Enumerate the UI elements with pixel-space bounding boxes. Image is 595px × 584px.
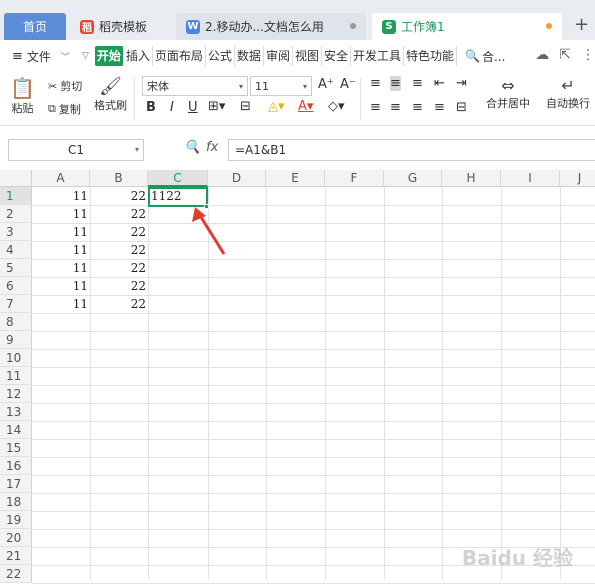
underline-button[interactable]: U (188, 100, 198, 115)
auto-wrap-button[interactable]: ↵ 自动换行 (546, 76, 590, 111)
menu-tab-start[interactable]: 开始 (94, 46, 124, 66)
ribbon-divider (134, 78, 135, 120)
menu-tab-security[interactable]: 安全 (322, 46, 351, 66)
tab-unsaved-dot-icon[interactable] (546, 23, 552, 29)
menu-tab-review[interactable]: 审阅 (264, 46, 293, 66)
merge-cells-small-icon[interactable]: ⊟ (240, 99, 251, 114)
fx-icon[interactable]: fx (206, 140, 218, 155)
menu-hamburger-icon[interactable]: ≡ (12, 49, 23, 64)
format-painter-icon: 🖌 (99, 76, 122, 97)
align-bottom-icon[interactable]: ≡ (412, 76, 423, 91)
merge-center-button[interactable]: ⇔ 合并居中 (486, 76, 530, 111)
tab-home-label: 首页 (22, 20, 47, 34)
bold-button[interactable]: B (146, 100, 156, 115)
share-icon[interactable]: ⇱ (559, 47, 571, 63)
name-box[interactable]: C1 ▾ (8, 139, 144, 161)
zoom-icon[interactable]: 🔍 (184, 140, 200, 155)
align-middle-icon[interactable]: ≡ (390, 76, 401, 91)
menu-tab-view[interactable]: 视图 (293, 46, 322, 66)
distribute-icon[interactable]: ⊟ (456, 100, 467, 115)
spreadsheet-grid[interactable]: ABCDEFGHIJ 1 2 3 4 5 6 7 8 9 10 11 12 13 14 15 16 17 18 19… (0, 170, 595, 584)
clipboard-icon: 📋 (10, 76, 35, 100)
name-box-dropdown-icon: ▾ (134, 145, 139, 154)
menu-file[interactable]: 文件 (27, 48, 51, 65)
justify-icon[interactable]: ≡ (434, 100, 445, 115)
search-icon: 🔍 (465, 49, 480, 63)
formula-bar: C1 ▾ 🔍 fx =A1&B1 (0, 136, 595, 164)
menu-tab-insert[interactable]: 插入 (124, 46, 153, 66)
align-left-icon[interactable]: ≡ (370, 100, 381, 115)
copy-button[interactable]: ⧉ 复制 (48, 101, 81, 117)
merge-center-icon: ⇔ (501, 76, 515, 95)
formula-input[interactable]: =A1&B1 (228, 139, 595, 161)
format-painter-label: 格式刷 (94, 99, 127, 112)
menu-tab-formulas[interactable]: 公式 (206, 46, 235, 66)
search-box[interactable]: 🔍 合... (465, 48, 505, 65)
daoke-icon: 稻 (80, 19, 94, 34)
font-size-value: 11 (255, 79, 269, 93)
tab-bar: 首页 稻 稻壳模板 W 2.移动办...文档怎么用 S 工作簿1 + (0, 0, 595, 40)
menu-tab-features[interactable]: 特色功能 (404, 46, 458, 66)
font-color-icon[interactable]: A▾ (298, 99, 313, 114)
tab-document-label: 2.移动办...文档怎么用 (205, 20, 324, 34)
format-painter-button[interactable]: 🖌 格式刷 (94, 76, 127, 113)
word-doc-icon: W (186, 19, 200, 34)
name-box-value: C1 (67, 143, 84, 157)
wrap-text-icon: ↵ (561, 76, 575, 95)
new-tab-plus-icon[interactable]: + (574, 14, 589, 35)
watermark: Baidu 经验 (461, 546, 573, 570)
spreadsheet-icon: S (382, 19, 396, 34)
copy-icon: ⧉ (48, 102, 56, 115)
align-right-icon[interactable]: ≡ (412, 100, 423, 115)
tab-document[interactable]: W 2.移动办...文档怎么用 (176, 13, 366, 40)
tab-workbook-label: 工作簿1 (401, 20, 445, 34)
tab-daoke-label: 稻壳模板 (99, 20, 148, 34)
auto-wrap-label: 自动换行 (546, 97, 590, 110)
fill-color-icon[interactable]: ◬▾ (268, 99, 285, 114)
cut-button[interactable]: ✂ 剪切 (48, 78, 82, 94)
menu-tab-data[interactable]: 数据 (235, 46, 264, 66)
annotation-arrow (192, 207, 226, 255)
menu-tab-page-layout[interactable]: 页面布局 (153, 46, 206, 66)
tab-daoke-templates[interactable]: 稻 稻壳模板 (70, 13, 170, 40)
font-name-value: 宋体 (147, 80, 169, 93)
search-label: 合... (481, 49, 506, 64)
font-size-select[interactable]: 11 ▾ (250, 76, 312, 96)
clear-format-icon[interactable]: ◇▾ (328, 99, 345, 114)
increase-font-icon[interactable]: A⁺ (318, 77, 334, 92)
font-name-select[interactable]: 宋体 ▾ (142, 76, 248, 96)
ribbon-divider (360, 78, 361, 120)
border-icon[interactable]: ⊞▾ (208, 99, 225, 114)
more-icon[interactable]: ⋮ (581, 47, 595, 63)
ribbon-toolbar: 📋 粘贴 ✂ 剪切 ⧉ 复制 🖌 格式刷 宋体 ▾ 11 ▾ A⁺ A⁻ B I… (0, 72, 595, 126)
paste-button[interactable]: 📋 粘贴 (10, 76, 35, 116)
window-actions: ☁ ⇱ ⋮ (535, 47, 595, 63)
menu-bar: ≡ 文件 ﹀ ▽ 开始 插入 页面布局 公式 数据 审阅 视图 安全 开发工具 … (0, 40, 595, 72)
menu-tab-developer[interactable]: 开发工具 (351, 46, 404, 66)
file-chevron-down-icon[interactable]: ﹀ (61, 50, 70, 63)
cut-label: 剪切 (60, 80, 83, 93)
italic-button[interactable]: I (170, 100, 174, 115)
indent-increase-icon[interactable]: ⇥ (456, 76, 467, 91)
align-center-icon[interactable]: ≡ (390, 100, 401, 115)
quick-access-chevron-icon[interactable]: ▽ (82, 51, 89, 61)
copy-label: 复制 (58, 103, 81, 116)
decrease-font-icon[interactable]: A⁻ (340, 77, 356, 92)
tab-workbook[interactable]: S 工作簿1 (372, 13, 562, 40)
scissors-icon: ✂ (48, 79, 58, 93)
font-size-dropdown-icon: ▾ (302, 81, 307, 91)
font-name-dropdown-icon: ▾ (238, 81, 243, 91)
align-top-icon[interactable]: ≡ (370, 76, 381, 91)
tab-home[interactable]: 首页 (4, 13, 66, 40)
cloud-icon[interactable]: ☁ (535, 47, 549, 63)
tab-close-dot-icon[interactable] (350, 23, 356, 29)
merge-center-label: 合并居中 (486, 97, 530, 110)
paste-label: 粘贴 (11, 102, 34, 115)
indent-decrease-icon[interactable]: ⇤ (434, 76, 445, 91)
